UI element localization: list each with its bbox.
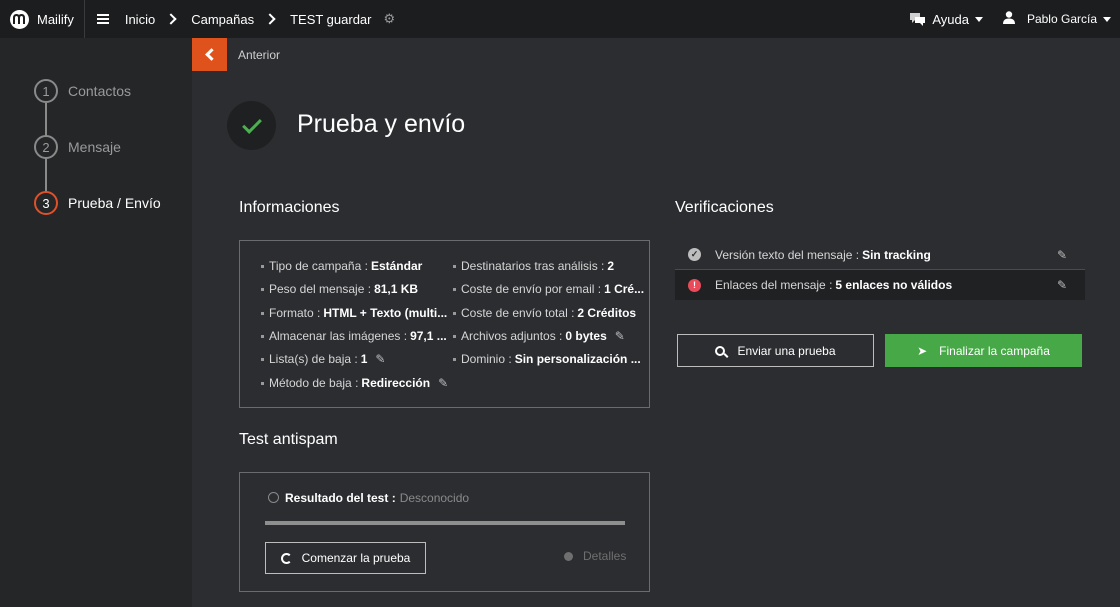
- chevron-left-icon: [205, 48, 218, 61]
- page-title: Prueba y envío: [297, 110, 466, 138]
- info-attachments: Archivos adjuntos :0 bytes ✎: [453, 329, 625, 343]
- antispam-result: Resultado del test : Desconocido: [285, 491, 470, 505]
- logo[interactable]: Mailify: [10, 9, 74, 29]
- verif-section-title: Verificaciones: [675, 199, 774, 216]
- info-domain: Dominio : Sin personalización ...: [453, 352, 641, 366]
- chevron-down-icon[interactable]: [1103, 16, 1111, 22]
- check-icon: [241, 113, 262, 134]
- pencil-icon[interactable]: ✎: [375, 352, 385, 366]
- mailify-logo-icon: [10, 9, 29, 29]
- back-button[interactable]: [192, 38, 227, 71]
- info-panel: Tipo de campaña : Estándar Peso del mensa…: [239, 240, 650, 408]
- info-campaign-type: Tipo de campaña : Estándar: [261, 259, 422, 273]
- step-number: 2: [34, 135, 58, 159]
- send-test-button[interactable]: Enviar una prueba: [677, 334, 874, 367]
- back-label[interactable]: Anterior: [238, 48, 280, 62]
- logo-text: Mailify: [37, 11, 74, 27]
- top-bar: Mailify Inicio Campañas TEST guardar ⚙ A…: [0, 0, 1120, 38]
- pencil-icon[interactable]: ✎: [438, 376, 448, 390]
- send-icon: ➤: [917, 343, 928, 358]
- step-label: Contactos: [68, 83, 132, 99]
- step-mensaje[interactable]: 2 Mensaje: [34, 135, 121, 159]
- status-check-badge: [227, 101, 276, 150]
- info-cost-per-email: Coste de envío por email :1 Cré...: [453, 282, 644, 296]
- step-number: 3: [34, 191, 58, 215]
- info-section-title: Informaciones: [239, 199, 340, 216]
- help-menu[interactable]: Ayuda: [932, 12, 969, 27]
- info-store-images: Almacenar las imágenes :97,1 ...: [261, 329, 447, 343]
- antispam-progress-bar: [265, 521, 625, 525]
- chevron-right-icon: [264, 13, 276, 25]
- verif-text-version[interactable]: ✓ Versión texto del mensaje : Sin trackin…: [675, 240, 1085, 270]
- pencil-icon[interactable]: ✎: [1057, 248, 1067, 262]
- chat-icon[interactable]: [910, 13, 926, 26]
- info-icon: [564, 551, 573, 561]
- info-format: Formato : HTML + Texto (multi...: [261, 306, 447, 320]
- pencil-icon[interactable]: ✎: [615, 329, 625, 343]
- steps-sidebar: 1 Contactos 2 Mensaje 3 Prueba / Envío: [0, 38, 192, 607]
- user-icon[interactable]: [1002, 11, 1015, 27]
- info-recipients: Destinatarios tras análisis :2: [453, 259, 614, 273]
- step-prueba-envio[interactable]: 3 Prueba / Envío: [34, 191, 161, 215]
- menu-icon[interactable]: [96, 14, 109, 24]
- breadcrumb-campaign[interactable]: TEST guardar: [290, 12, 371, 27]
- info-message-weight: Peso del mensaje :81,1 KB: [261, 282, 418, 296]
- finalize-campaign-button[interactable]: ➤ Finalizar la campaña: [885, 334, 1082, 367]
- step-number: 1: [34, 79, 58, 103]
- divider: [83, 0, 85, 38]
- status-radio-icon: [268, 492, 279, 503]
- step-label: Prueba / Envío: [68, 195, 161, 211]
- verif-links[interactable]: ! Enlaces del mensaje :5 enlaces no váli…: [675, 270, 1085, 300]
- gear-icon[interactable]: ⚙: [384, 11, 396, 27]
- breadcrumb-campanas[interactable]: Campañas: [191, 12, 254, 27]
- details-link[interactable]: Detalles: [564, 549, 626, 563]
- antispam-section-title: Test antispam: [239, 431, 338, 448]
- pencil-icon[interactable]: ✎: [1057, 278, 1067, 292]
- check-circle-icon: ✓: [688, 248, 701, 261]
- start-test-button[interactable]: Comenzar la prueba: [265, 542, 426, 574]
- breadcrumb-inicio[interactable]: Inicio: [125, 12, 155, 27]
- search-icon: [715, 345, 726, 356]
- step-label: Mensaje: [68, 139, 121, 155]
- error-icon: !: [688, 278, 701, 292]
- step-contactos[interactable]: 1 Contactos: [34, 79, 131, 103]
- refresh-icon: [280, 552, 292, 564]
- antispam-panel: Resultado del test : Desconocido Comenzar…: [239, 472, 650, 592]
- info-unsubscribe-lists: Lista(s) de baja :1 ✎: [261, 352, 385, 366]
- chevron-down-icon[interactable]: [974, 16, 983, 22]
- chevron-right-icon: [165, 13, 177, 25]
- user-menu[interactable]: Pablo García: [1027, 12, 1097, 26]
- info-unsubscribe-method: Método de baja : Redirección ✎: [261, 376, 448, 390]
- info-total-cost: Coste de envío total :2 Créditos: [453, 306, 636, 320]
